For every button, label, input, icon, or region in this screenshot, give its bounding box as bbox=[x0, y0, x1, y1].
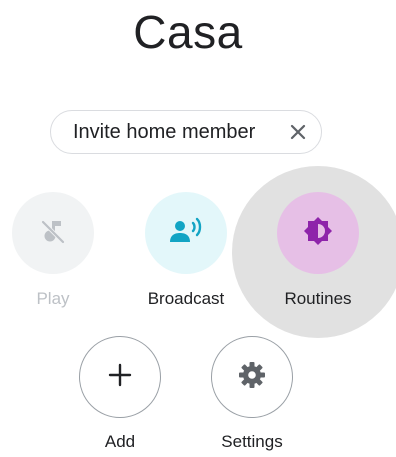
settings-button[interactable]: Settings bbox=[207, 336, 297, 451]
settings-label: Settings bbox=[221, 432, 283, 451]
close-icon[interactable] bbox=[287, 121, 309, 143]
plus-icon bbox=[107, 362, 133, 393]
routines-button[interactable]: Routines bbox=[273, 192, 363, 308]
broadcast-label: Broadcast bbox=[147, 289, 225, 308]
routines-label: Routines bbox=[284, 289, 352, 308]
invite-chip-label: Invite home member bbox=[73, 121, 256, 143]
play-label: Play bbox=[36, 289, 70, 308]
add-label: Add bbox=[104, 432, 136, 451]
broadcast-circle bbox=[145, 192, 227, 274]
page-title: Casa bbox=[133, 6, 243, 58]
add-button[interactable]: Add bbox=[75, 336, 165, 451]
add-circle bbox=[79, 336, 161, 418]
gear-icon bbox=[237, 360, 267, 395]
play-button[interactable]: Play bbox=[8, 192, 98, 308]
routines-icon bbox=[301, 214, 335, 253]
invite-home-member-chip[interactable]: Invite home member bbox=[50, 110, 322, 154]
play-circle bbox=[12, 192, 94, 274]
music-off-icon bbox=[38, 216, 68, 251]
routines-circle bbox=[277, 192, 359, 274]
broadcast-button[interactable]: Broadcast bbox=[141, 192, 231, 308]
settings-circle bbox=[211, 336, 293, 418]
broadcast-icon bbox=[168, 216, 204, 251]
